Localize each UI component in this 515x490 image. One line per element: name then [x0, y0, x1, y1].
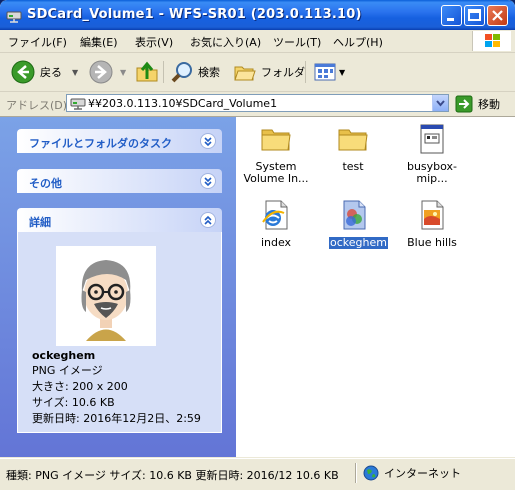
close-icon: [492, 10, 503, 21]
panel-details[interactable]: 詳細: [17, 208, 222, 232]
go-button[interactable]: 移動: [455, 95, 500, 113]
file-view: SystemVolume In... test busybox-mip...: [236, 117, 515, 457]
menu-favorites[interactable]: お気に入り(A): [190, 34, 261, 50]
go-label: 移動: [478, 98, 500, 111]
address-input[interactable]: ¥¥203.0.113.10¥SDCard_Volume1: [66, 94, 449, 112]
file-name: test: [342, 160, 364, 173]
detail-modified: 更新日時: 2016年12月2日、2:59: [32, 412, 201, 425]
expand-chevron-icon[interactable]: [200, 173, 216, 189]
windows-flag-icon: [485, 34, 500, 47]
go-arrow-icon: [455, 95, 473, 113]
file-name: Blue hills: [407, 236, 457, 249]
forward-button[interactable]: ▼: [88, 57, 126, 87]
image-thumbnail: [56, 246, 156, 346]
title-bar[interactable]: SDCard_Volume1 - WFS-SR01 (203.0.113.10): [0, 0, 515, 30]
file-name: System Volume In...: [243, 160, 309, 185]
file-item-system-volume[interactable]: System Volume In...: [236, 123, 316, 185]
views-button[interactable]: ▼: [313, 57, 345, 87]
toolbar: 戻る ▼ ▼ 検索 フォルダ ▼: [0, 53, 515, 92]
expand-chevron-icon[interactable]: [200, 133, 216, 149]
menu-help[interactable]: ヘルプ(H): [333, 34, 383, 50]
file-item-index[interactable]: index: [236, 199, 316, 259]
forward-dropdown-icon[interactable]: ▼: [120, 68, 126, 77]
address-bar: アドレス(D) ¥¥203.0.113.10¥SDCard_Volume1 移動: [0, 92, 515, 117]
maximize-button[interactable]: [464, 5, 485, 26]
address-label: アドレス(D): [6, 99, 68, 112]
views-icon: [314, 63, 336, 81]
back-arrow-icon: [11, 60, 35, 84]
task-pane: ファイルとフォルダのタスク その他 詳細 ockeghem PNG イメージ 大…: [0, 117, 236, 457]
menu-tools[interactable]: ツール(T): [273, 34, 321, 50]
file-item-blue-hills[interactable]: Blue hills: [392, 199, 472, 259]
menu-file[interactable]: ファイル(F): [8, 34, 67, 50]
zone-label: インターネット: [384, 467, 461, 480]
menu-edit[interactable]: 編集(E): [80, 34, 118, 50]
panel-other-places[interactable]: その他: [17, 169, 222, 193]
panel-title: その他: [29, 177, 62, 190]
chevron-down-icon: [436, 100, 445, 107]
explorer-window: SDCard_Volume1 - WFS-SR01 (203.0.113.10)…: [0, 0, 515, 490]
maximize-icon: [468, 9, 481, 21]
file-name: busybox-mip...: [406, 160, 458, 185]
file-name: index: [260, 236, 292, 249]
up-folder-button[interactable]: [134, 57, 160, 87]
collapse-chevron-icon[interactable]: [200, 212, 216, 228]
close-button[interactable]: [487, 5, 508, 26]
status-bar: 種類: PNG イメージ サイズ: 10.6 KB 更新日時: 2016/12 …: [0, 458, 515, 490]
windows-logo: [472, 31, 511, 51]
toolbar-separator: [305, 61, 306, 83]
views-dropdown-icon[interactable]: ▼: [339, 68, 345, 77]
network-drive-icon: [70, 98, 86, 110]
detail-type: PNG イメージ: [32, 364, 103, 377]
up-folder-icon: [136, 61, 158, 82]
file-item-test[interactable]: test: [313, 123, 393, 183]
folders-label: フォルダ: [261, 66, 305, 79]
avatar-image: [56, 246, 156, 346]
minimize-button[interactable]: [441, 5, 462, 26]
jpeg-image-icon: [421, 200, 444, 230]
search-button[interactable]: 検索: [170, 57, 220, 87]
file-item-busybox[interactable]: busybox-mip...: [392, 123, 472, 185]
back-dropdown-icon[interactable]: ▼: [72, 68, 78, 77]
search-label: 検索: [198, 66, 220, 79]
address-value: ¥¥203.0.113.10¥SDCard_Volume1: [88, 97, 278, 110]
back-button[interactable]: 戻る ▼: [10, 57, 78, 87]
minimize-icon: [447, 18, 454, 21]
folders-icon: [234, 66, 256, 81]
panel-title: 詳細: [29, 216, 51, 229]
menu-view[interactable]: 表示(V): [135, 34, 173, 50]
menu-bar: ファイル(F) 編集(E) 表示(V) お気に入り(A) ツール(T) ヘルプ(…: [0, 30, 515, 53]
back-label: 戻る: [40, 66, 62, 79]
png-image-icon: [343, 200, 366, 230]
status-separator: [355, 463, 357, 483]
folder-icon: [338, 129, 368, 151]
executable-icon: [420, 124, 444, 154]
window-title: SDCard_Volume1 - WFS-SR01 (203.0.113.10): [27, 7, 362, 22]
details-body: ockeghem PNG イメージ 大きさ: 200 x 200 サイズ: 10…: [17, 232, 222, 433]
panel-file-folder-tasks[interactable]: ファイルとフォルダのタスク: [17, 129, 222, 153]
status-text: 種類: PNG イメージ サイズ: 10.6 KB 更新日時: 2016/12 …: [6, 469, 339, 482]
address-dropdown-button[interactable]: [432, 95, 448, 111]
html-document-icon: [262, 200, 288, 230]
folders-button[interactable]: フォルダ: [233, 57, 305, 87]
security-zone: インターネット: [363, 465, 461, 481]
network-drive-icon: [6, 11, 22, 23]
detail-dimensions: 大きさ: 200 x 200: [32, 380, 128, 393]
search-icon: [171, 62, 192, 83]
forward-arrow-icon: [89, 60, 113, 84]
toolbar-separator: [163, 61, 164, 83]
file-item-ockeghem[interactable]: ockeghem: [314, 199, 394, 259]
folder-icon: [261, 129, 291, 151]
globe-icon: [363, 465, 379, 481]
detail-size: サイズ: 10.6 KB: [32, 396, 115, 409]
detail-name: ockeghem: [32, 349, 96, 362]
file-name-selected: ockeghem: [328, 236, 389, 250]
panel-title: ファイルとフォルダのタスク: [29, 137, 172, 150]
